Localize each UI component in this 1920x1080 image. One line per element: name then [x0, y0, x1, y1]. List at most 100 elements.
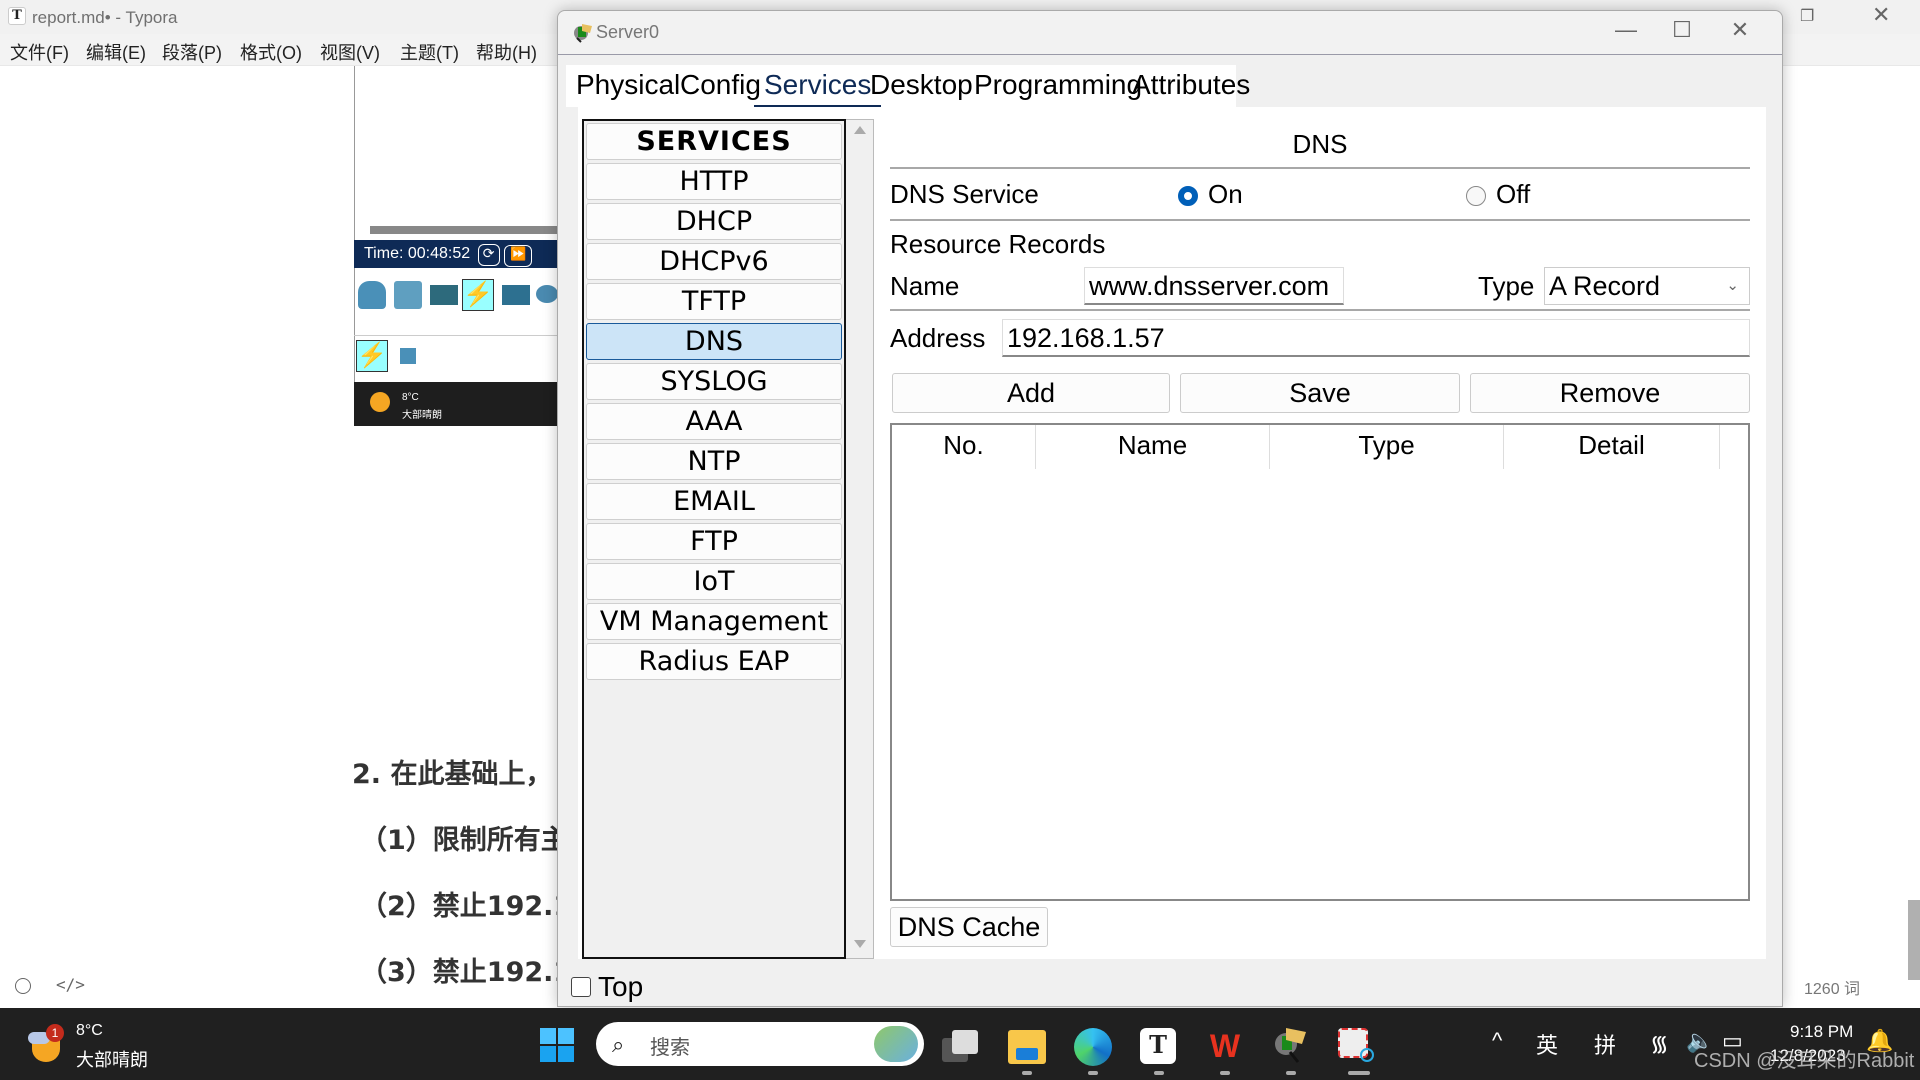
menu-file[interactable]: 文件(F)	[10, 39, 69, 65]
menu-format[interactable]: 格式(O)	[240, 39, 302, 65]
name-input[interactable]: www.dnsserver.com	[1084, 267, 1344, 305]
weather-icon[interactable]: 1	[28, 1024, 64, 1062]
weather-temp[interactable]: 8°C	[76, 1022, 103, 1040]
dns-title: DNS	[1292, 129, 1348, 159]
type-select[interactable]: A Record ⌄	[1544, 267, 1750, 305]
scroll-up-icon[interactable]	[854, 126, 866, 134]
start-button[interactable]	[540, 1028, 574, 1062]
search-icon: ⌕	[612, 1032, 625, 1057]
maximize-button[interactable]: ☐	[1662, 17, 1702, 43]
tab-services[interactable]: Services	[753, 65, 882, 109]
dns-on-radio[interactable]	[1178, 186, 1198, 206]
doc-list-item[interactable]: （3）禁止192.1	[360, 950, 572, 989]
auto-connection-icon: ⚡	[356, 340, 388, 372]
service-tftp[interactable]: TFTP	[586, 283, 842, 320]
word-count[interactable]: 1260 词	[1804, 975, 1860, 999]
menu-help[interactable]: 帮助(H)	[476, 39, 537, 65]
watermark: CSDN @没耳朵的Rabbit	[1694, 1050, 1915, 1072]
dns-service-label: DNS Service	[890, 179, 1039, 209]
embedded-time-bar: Time: 00:48:52 ⟳ ⏩	[354, 240, 558, 268]
top-checkbox[interactable]	[571, 977, 591, 997]
top-label[interactable]: Top	[598, 971, 643, 1003]
menu-theme[interactable]: 主题(T)	[400, 39, 459, 65]
task-view-icon[interactable]	[942, 1030, 978, 1062]
add-button[interactable]: Add	[892, 373, 1170, 413]
scroll-down-icon[interactable]	[854, 940, 866, 948]
search-placeholder: 搜索	[650, 1037, 690, 1059]
weather-desc[interactable]: 大部晴朗	[76, 1046, 148, 1072]
doc-list-item[interactable]: （1）限制所有主	[360, 818, 568, 857]
tab-programming[interactable]: Programming	[974, 65, 1142, 107]
grid-icon	[400, 348, 416, 364]
menu-edit[interactable]: 编辑(E)	[86, 39, 146, 65]
service-dns[interactable]: DNS	[586, 323, 842, 360]
reset-time-icon: ⟳	[477, 244, 500, 266]
minimize-button[interactable]: —	[1606, 17, 1646, 43]
tray-overflow-icon[interactable]: ^	[1492, 1028, 1502, 1054]
service-iot[interactable]: IoT	[586, 563, 842, 600]
typora-icon[interactable]: T	[1140, 1028, 1176, 1064]
service-ftp[interactable]: FTP	[586, 523, 842, 560]
router-icon	[358, 281, 386, 309]
tab-config[interactable]: Config	[680, 65, 761, 107]
embedded-weather-temp: 8°C	[402, 392, 419, 403]
service-dhcp[interactable]: DHCP	[586, 203, 842, 240]
embedded-weather-desc: 大部晴朗	[402, 410, 442, 421]
source-mode-icon[interactable]: </>	[56, 975, 85, 994]
embedded-time: Time: 00:48:52	[364, 245, 471, 262]
doc-heading[interactable]: 2. 在此基础上，	[352, 752, 552, 791]
column-header-type[interactable]: Type	[1270, 425, 1504, 469]
wifi-icon[interactable]: ᯾	[1650, 1028, 1669, 1058]
tab-attributes[interactable]: Attributes	[1132, 65, 1250, 107]
dns-on-label[interactable]: On	[1208, 179, 1243, 210]
remove-button[interactable]: Remove	[1470, 373, 1750, 413]
service-syslog[interactable]: SYSLOG	[586, 363, 842, 400]
doc-list-item[interactable]: （2）禁止192.1	[360, 884, 572, 923]
dns-off-radio[interactable]	[1466, 186, 1486, 206]
connection-icon: ⚡	[462, 279, 494, 311]
tab-physical[interactable]: Physical	[576, 65, 680, 107]
edge-icon[interactable]	[1074, 1028, 1112, 1066]
taskbar-search[interactable]: ⌕ 搜索	[596, 1022, 924, 1066]
running-indicator	[1286, 1071, 1296, 1075]
dns-cache-button[interactable]: DNS Cache	[890, 907, 1048, 947]
service-radius-eap[interactable]: Radius EAP	[586, 643, 842, 680]
cloud-icon	[536, 285, 558, 303]
service-dhcpv6[interactable]: DHCPv6	[586, 243, 842, 280]
restore-icon[interactable]: ❐	[1800, 6, 1814, 26]
records-table[interactable]: No. Name Type Detail	[890, 423, 1750, 901]
service-ntp[interactable]: NTP	[586, 443, 842, 480]
input-lang-en[interactable]: 英	[1536, 1028, 1558, 1060]
save-button[interactable]: Save	[1180, 373, 1460, 413]
divider	[890, 219, 1750, 221]
wps-icon[interactable]: W	[1206, 1030, 1244, 1062]
tab-desktop[interactable]: Desktop	[870, 65, 973, 107]
service-email[interactable]: EMAIL	[586, 483, 842, 520]
server-titlebar: Server0 — ☐ ✕	[558, 11, 1782, 55]
service-http[interactable]: HTTP	[586, 163, 842, 200]
service-vm-management[interactable]: VM Management	[586, 603, 842, 640]
menu-paragraph[interactable]: 段落(P)	[162, 39, 222, 65]
outline-toggle-icon[interactable]	[15, 978, 31, 994]
close-icon[interactable]: ✕	[1872, 2, 1890, 28]
column-header-no[interactable]: No.	[892, 425, 1036, 469]
input-method-pinyin[interactable]: 拼	[1594, 1028, 1616, 1060]
service-aaa[interactable]: AAA	[586, 403, 842, 440]
services-scrollbar[interactable]	[846, 119, 874, 959]
dns-off-label[interactable]: Off	[1496, 179, 1530, 210]
type-label: Type	[1478, 271, 1535, 301]
search-highlight-icon	[874, 1026, 918, 1062]
address-input[interactable]: 192.168.1.57	[1002, 319, 1750, 357]
column-header-name[interactable]: Name	[1036, 425, 1270, 469]
component-icon	[430, 285, 458, 305]
clock-time[interactable]: 9:18 PM	[1790, 1022, 1853, 1042]
folder-icon	[502, 285, 530, 305]
snipping-tool-icon[interactable]	[1338, 1028, 1376, 1064]
packet-tracer-icon[interactable]	[1272, 1026, 1308, 1064]
file-explorer-icon[interactable]	[1008, 1030, 1046, 1064]
document-scrollbar[interactable]	[1908, 900, 1920, 980]
menu-view[interactable]: 视图(V)	[320, 39, 380, 65]
column-header-detail[interactable]: Detail	[1504, 425, 1720, 469]
name-label: Name	[890, 271, 960, 301]
close-button[interactable]: ✕	[1720, 17, 1760, 43]
